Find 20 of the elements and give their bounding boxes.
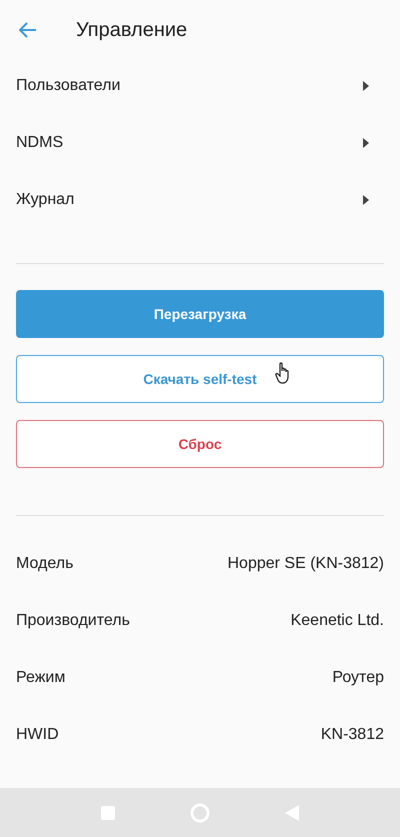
info-label: Модель <box>16 554 74 572</box>
caret-icon <box>363 194 369 204</box>
info-value: KN-3812 <box>320 726 384 744</box>
info-value: Keenetic Ltd. <box>290 612 384 630</box>
menu-item[interactable]: Журнал <box>16 171 384 228</box>
recents-icon[interactable] <box>101 806 115 820</box>
info-value: Роутер <box>332 668 384 686</box>
caret-icon <box>363 80 369 90</box>
info-label: Производитель <box>16 612 130 630</box>
info-value: Hopper SE (KN-3812) <box>227 554 384 572</box>
action-button[interactable]: Сброс <box>16 420 384 468</box>
back-icon[interactable] <box>285 804 299 820</box>
back-arrow-icon[interactable] <box>19 22 37 38</box>
menu-item[interactable]: NDMS <box>16 114 384 171</box>
caret-icon <box>363 138 369 148</box>
info-label: HWID <box>16 726 59 744</box>
menu-item[interactable]: Пользователи <box>16 57 384 114</box>
screen-title: Управление <box>76 18 188 42</box>
home-icon[interactable] <box>190 802 210 822</box>
info-label: Режим <box>16 668 66 686</box>
